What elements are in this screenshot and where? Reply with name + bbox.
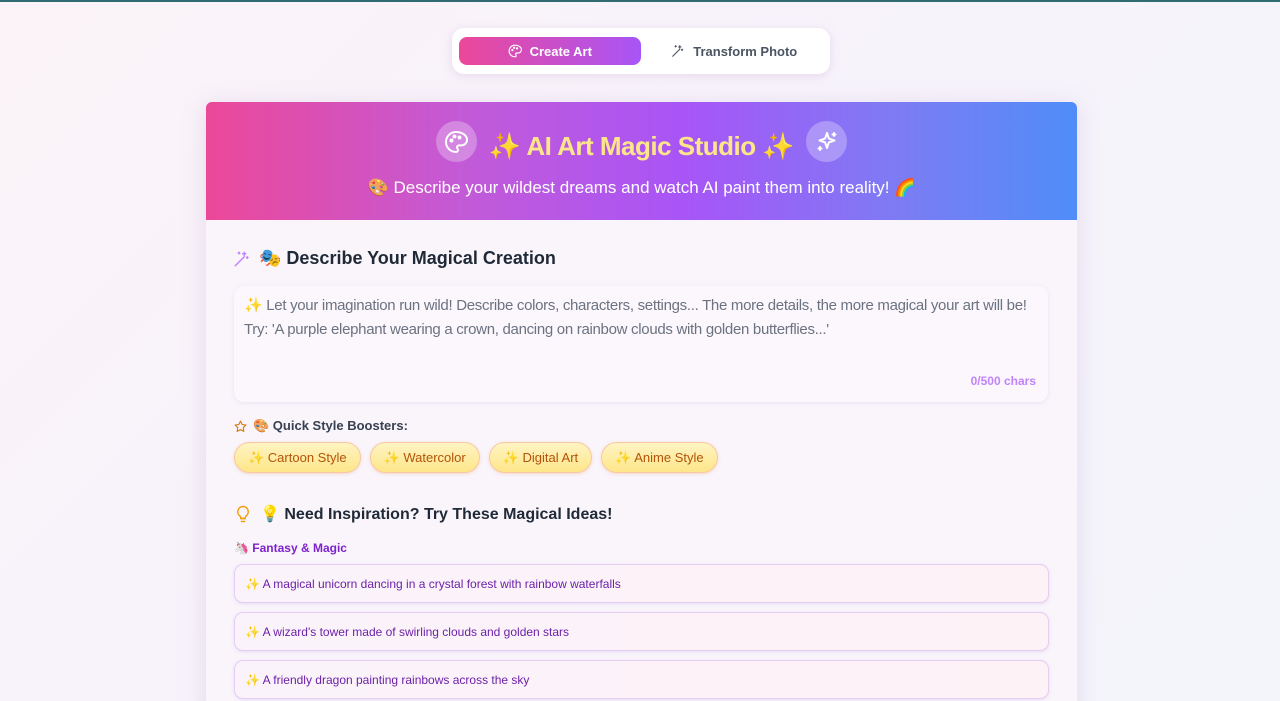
magic-wand-icon xyxy=(672,45,684,57)
inspiration-heading: 💡 Need Inspiration? Try These Magical Id… xyxy=(260,506,613,523)
chip-anime-style[interactable]: ✨ Anime Style xyxy=(601,442,718,473)
palette-icon xyxy=(508,44,522,58)
create-art-tab[interactable]: Create Art xyxy=(459,37,641,65)
transform-photo-tab[interactable]: Transform Photo xyxy=(645,37,825,65)
prompt-textarea[interactable]: ✨ Let your imagination run wild! Describ… xyxy=(234,286,1048,402)
create-art-label: Create Art xyxy=(529,43,592,59)
palette-badge xyxy=(435,121,477,162)
chip-digital-art[interactable]: ✨ Digital Art xyxy=(488,442,593,473)
idea-item[interactable]: ✨ A wizard's tower made of swirling clou… xyxy=(234,612,1049,651)
style-boosters-text: 🎨 Quick Style Boosters: xyxy=(253,418,408,433)
palette-icon xyxy=(445,130,469,153)
chip-cartoon-style[interactable]: ✨ Cartoon Style xyxy=(234,442,361,473)
describe-heading: 🎭 Describe Your Magical Creation xyxy=(259,248,556,268)
style-boosters-label: 🎨 Quick Style Boosters: xyxy=(234,418,408,434)
mode-switch: Create Art Transform Photo xyxy=(452,28,830,74)
sparkles-badge xyxy=(806,121,848,162)
idea-item[interactable]: ✨ A friendly dragon painting rainbows ac… xyxy=(234,660,1049,699)
sparkles-icon xyxy=(817,131,837,151)
star-icon xyxy=(234,420,247,432)
idea-list: ✨ A magical unicorn dancing in a crystal… xyxy=(234,564,1049,701)
page-title: ✨ AI Art Magic Studio ✨ xyxy=(488,131,795,161)
placeholder-line-2: Try: 'A purple elephant wearing a crown,… xyxy=(244,321,829,338)
hero-banner: ✨ AI Art Magic Studio ✨ 🎨 Describe your … xyxy=(206,102,1077,220)
studio-card: ✨ AI Art Magic Studio ✨ 🎨 Describe your … xyxy=(206,102,1077,701)
char-counter: 0/500 chars xyxy=(970,374,1036,388)
transform-photo-label: Transform Photo xyxy=(693,43,798,59)
category-fantasy-magic: 🦄 Fantasy & Magic xyxy=(234,541,347,555)
chip-watercolor[interactable]: ✨ Watercolor xyxy=(369,442,480,473)
placeholder-line-1: ✨ Let your imagination run wild! Describ… xyxy=(244,297,1027,314)
idea-item[interactable]: ✨ A magical unicorn dancing in a crystal… xyxy=(234,564,1049,603)
hero-subtitle: 🎨 Describe your wildest dreams and watch… xyxy=(367,178,916,197)
prompt-placeholder: ✨ Let your imagination run wild! Describ… xyxy=(244,294,1034,342)
style-booster-chips: ✨ Cartoon Style ✨ Watercolor ✨ Digital A… xyxy=(234,442,718,473)
magic-wand-icon xyxy=(234,251,249,266)
inspiration-section: 💡 Need Inspiration? Try These Magical Id… xyxy=(234,504,612,524)
describe-section: 🎭 Describe Your Magical Creation xyxy=(233,248,556,269)
lightbulb-icon xyxy=(237,505,249,523)
